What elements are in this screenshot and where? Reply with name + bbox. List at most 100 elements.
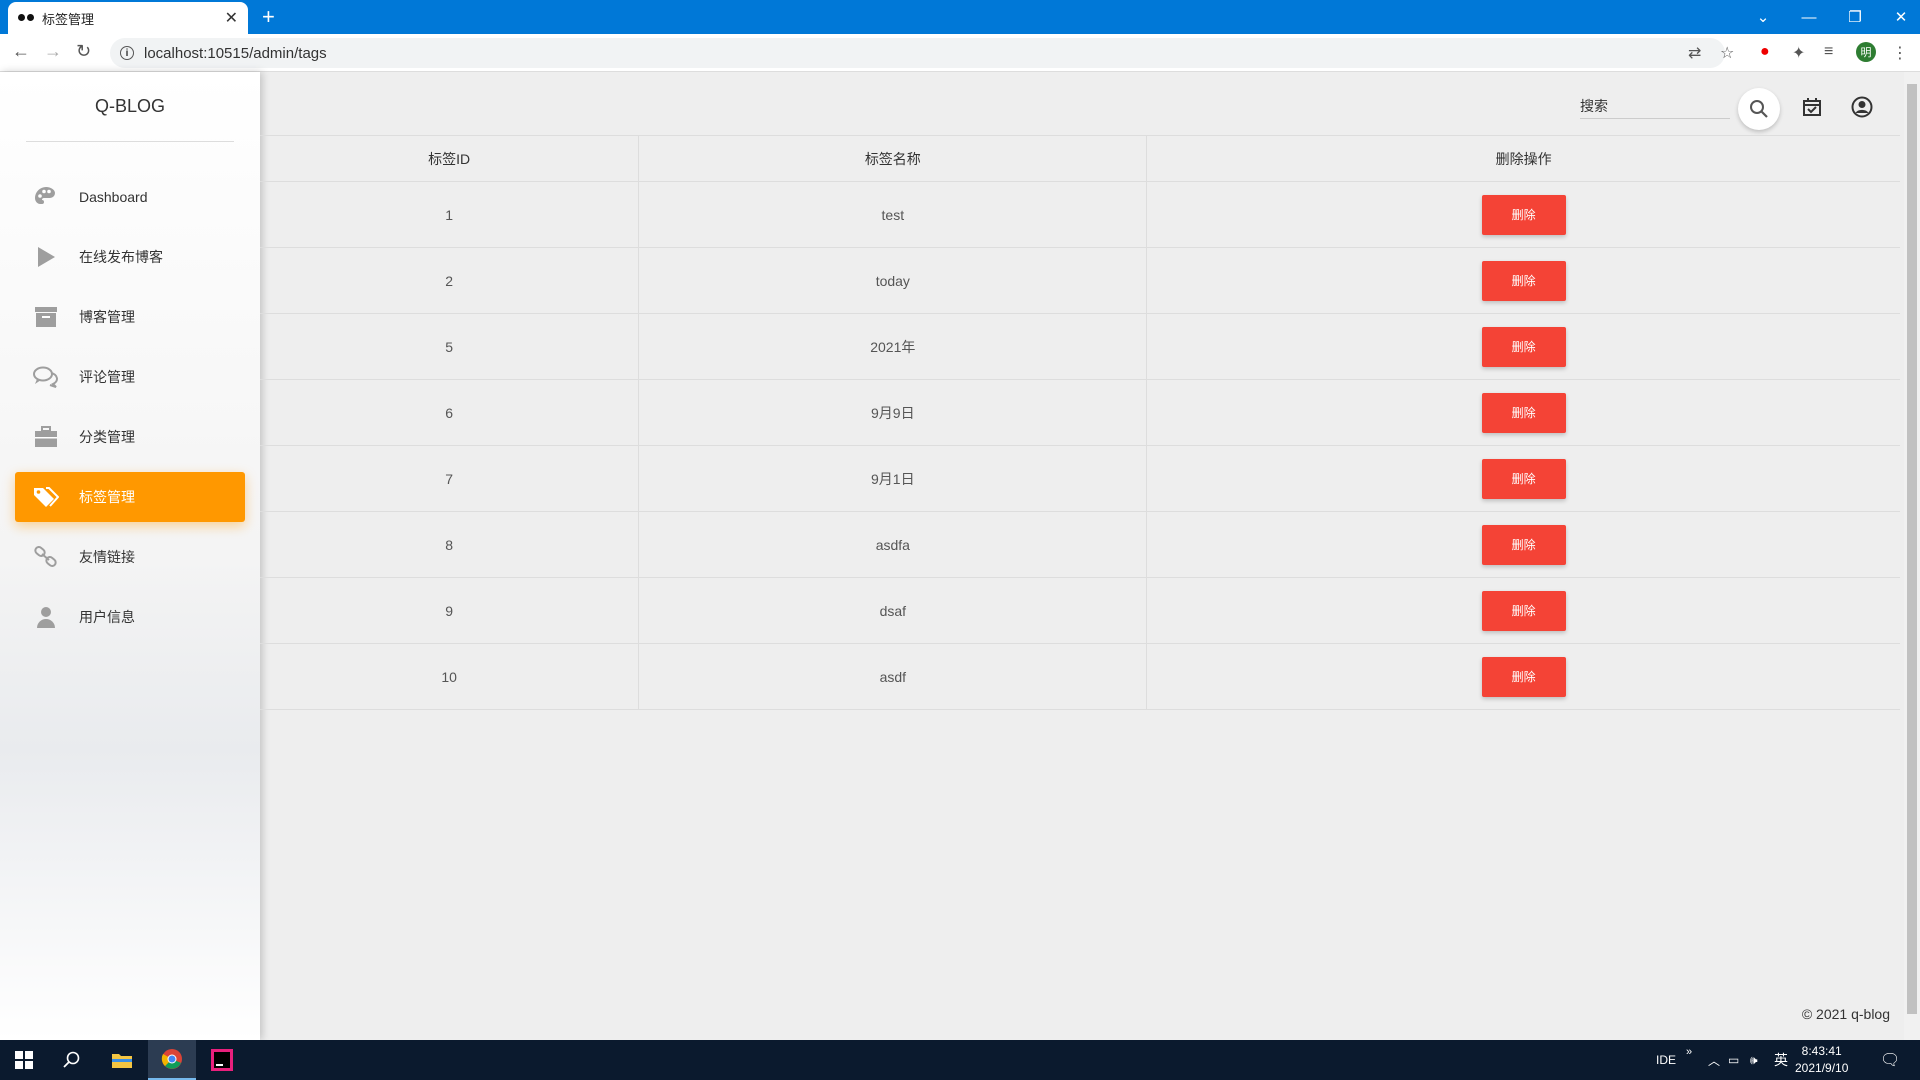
tag-name-cell: test <box>638 181 1147 248</box>
brand-logo[interactable]: Q-BLOG <box>26 92 234 142</box>
tag-id-cell: 5 <box>260 313 639 380</box>
tag-id-cell: 6 <box>260 379 639 446</box>
column-header-delete-action: 删除操作 <box>1146 135 1900 182</box>
page-scrollbar[interactable] <box>1904 72 1920 1040</box>
table-row: 5 2021年 删除 <box>260 313 1900 380</box>
column-header-tag-id: 标签ID <box>260 135 639 182</box>
action-cell: 删除 <box>1146 577 1900 644</box>
ide-tray-label[interactable]: IDE <box>1656 1040 1676 1080</box>
sidebar-item-categories[interactable]: 分类管理 <box>15 412 245 462</box>
restore-button[interactable]: ❐ <box>1832 8 1878 26</box>
input-method-indicator[interactable]: 英 <box>1774 1040 1788 1080</box>
sidebar-item-label: 博客管理 <box>79 309 135 325</box>
adblock-extension-icon[interactable]: ● <box>1760 43 1770 61</box>
table-row: 2 today 删除 <box>260 247 1900 314</box>
sidebar: Q-BLOG Dashboard 在线发布博客 博客管理 评论管理 分类管理 标… <box>0 72 260 1040</box>
tag-id-cell: 1 <box>260 181 639 248</box>
scrollbar-thumb[interactable] <box>1907 84 1917 1014</box>
briefcase-icon <box>33 424 59 450</box>
delete-button[interactable]: 删除 <box>1481 326 1566 367</box>
delete-button[interactable]: 删除 <box>1481 656 1566 697</box>
tag-id-cell: 8 <box>260 511 639 578</box>
taskbar-search-icon[interactable] <box>48 1040 96 1080</box>
comments-icon <box>33 364 59 390</box>
delete-button[interactable]: 删除 <box>1481 392 1566 433</box>
tag-name-cell: dsaf <box>638 577 1147 644</box>
action-cell: 删除 <box>1146 181 1900 248</box>
table-row: 6 9月9日 删除 <box>260 379 1900 446</box>
delete-button[interactable]: 删除 <box>1481 524 1566 565</box>
search-input[interactable]: 搜索 <box>1580 96 1730 119</box>
delete-button[interactable]: 删除 <box>1481 194 1566 235</box>
sidebar-item-comments[interactable]: 评论管理 <box>15 352 245 402</box>
play-icon <box>33 244 59 270</box>
search-button[interactable] <box>1738 88 1780 130</box>
sidebar-item-label: 分类管理 <box>79 429 135 445</box>
tags-table: 标签ID 标签名称 删除操作 1 test 删除 2 today 删除 5 20… <box>260 135 1900 710</box>
action-cell: 删除 <box>1146 379 1900 446</box>
delete-button[interactable]: 删除 <box>1481 458 1566 499</box>
volume-icon[interactable]: 🕪 <box>1750 1040 1758 1080</box>
file-explorer-icon[interactable] <box>98 1040 146 1080</box>
table-header-row: 标签ID 标签名称 删除操作 <box>260 135 1900 182</box>
sidebar-item-user-info[interactable]: 用户信息 <box>15 592 245 642</box>
account-circle-icon[interactable] <box>1850 95 1874 119</box>
notifications-icon[interactable]: 🗨 <box>1880 1040 1900 1080</box>
search-placeholder: 搜索 <box>1580 98 1608 114</box>
network-icon[interactable]: ▭ <box>1728 1040 1739 1080</box>
tag-id-cell: 9 <box>260 577 639 644</box>
sidebar-item-publish[interactable]: 在线发布博客 <box>15 232 245 282</box>
back-button[interactable]: ← <box>12 41 30 62</box>
sidebar-item-friend-links[interactable]: 友情链接 <box>15 532 245 582</box>
palette-icon <box>33 184 59 210</box>
bookmark-star-icon[interactable]: ☆ <box>1720 43 1734 63</box>
extensions-icon[interactable]: ✦ <box>1792 43 1805 63</box>
site-favicon-icon <box>18 13 34 23</box>
delete-button[interactable]: 删除 <box>1481 260 1566 301</box>
action-cell: 删除 <box>1146 511 1900 578</box>
tab-close-icon[interactable]: ✕ <box>225 8 238 28</box>
action-cell: 删除 <box>1146 445 1900 512</box>
profile-menu-icon[interactable]: ⌄ <box>1740 8 1786 26</box>
sidebar-item-dashboard[interactable]: Dashboard <box>15 172 245 222</box>
os-taskbar: IDE » ︿ ▭ 🕪 英 8:43:41 2021/9/10 🗨 <box>0 1040 1920 1080</box>
link-icon <box>33 544 59 570</box>
windows-start-icon[interactable] <box>0 1040 48 1080</box>
clock-time: 8:43:41 <box>1801 1044 1842 1058</box>
system-clock[interactable]: 8:43:41 2021/9/10 <box>1795 1043 1848 1077</box>
new-tab-button[interactable]: + <box>262 4 275 30</box>
tag-id-cell: 7 <box>260 445 639 512</box>
action-cell: 删除 <box>1146 643 1900 710</box>
sidebar-item-label: 友情链接 <box>79 549 135 565</box>
minimize-button[interactable]: — <box>1786 9 1832 26</box>
reload-button[interactable]: ↻ <box>76 41 91 62</box>
close-window-button[interactable]: ✕ <box>1878 8 1920 26</box>
sidebar-item-label: 标签管理 <box>79 489 135 505</box>
sidebar-item-label: 评论管理 <box>79 369 135 385</box>
delete-button[interactable]: 删除 <box>1481 590 1566 631</box>
tag-name-cell: today <box>638 247 1147 314</box>
user-icon <box>33 604 59 630</box>
show-hidden-icons-icon[interactable]: ︿ <box>1708 1040 1720 1080</box>
chrome-taskbar-icon[interactable] <box>148 1040 196 1080</box>
forward-button[interactable]: → <box>44 41 62 62</box>
url-bar[interactable]: i localhost:10515/admin/tags <box>110 38 1725 68</box>
profile-avatar-icon[interactable]: 明 <box>1856 42 1876 62</box>
translate-icon[interactable]: ⇄ <box>1688 43 1701 63</box>
sidebar-item-label: 在线发布博客 <box>79 249 163 265</box>
browser-menu-icon[interactable]: ⋮ <box>1892 43 1908 63</box>
table-row: 1 test 删除 <box>260 181 1900 248</box>
calendar-check-icon[interactable] <box>1800 95 1824 119</box>
table-row: 10 asdf 删除 <box>260 643 1900 710</box>
sidebar-item-label: Dashboard <box>79 189 148 205</box>
clock-date: 2021/9/10 <box>1795 1061 1849 1075</box>
intellij-idea-icon[interactable] <box>198 1040 246 1080</box>
media-control-icon[interactable]: ≡ <box>1824 43 1833 61</box>
sidebar-item-tags[interactable]: 标签管理 <box>15 472 245 522</box>
sidebar-item-blog-manage[interactable]: 博客管理 <box>15 292 245 342</box>
browser-tab[interactable]: 标签管理 ✕ <box>8 2 248 34</box>
tray-overflow-icon[interactable]: » <box>1686 1032 1692 1072</box>
table-row: 9 dsaf 删除 <box>260 577 1900 644</box>
site-info-icon[interactable]: i <box>120 46 134 60</box>
archive-icon <box>33 304 59 330</box>
